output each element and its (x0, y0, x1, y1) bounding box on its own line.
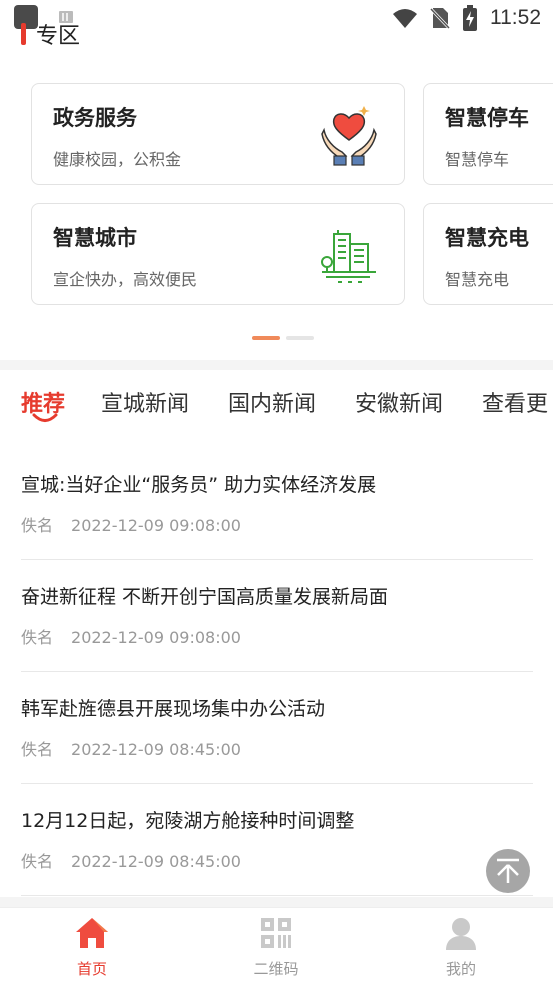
service-cards-carousel[interactable]: 专区 政务服务 健康校园，公积金 智慧停车 智慧停车 智慧城市 宣企快办，高效便… (0, 0, 553, 350)
news-date: 2022-12-09 09:08:00 (71, 628, 241, 647)
news-meta: 佚名 2022-12-09 08:45:00 (21, 848, 241, 872)
news-date: 2022-12-09 08:45:00 (71, 852, 241, 871)
card-subtitle: 宣企快办，高效便民 (53, 270, 198, 289)
section-title: 专区 (36, 24, 81, 49)
section-header: 专区 (0, 14, 80, 54)
news-author: 佚名 (21, 516, 54, 535)
card-subtitle: 智慧充电 (445, 270, 510, 289)
news-meta: 佚名 2022-12-09 09:08:00 (21, 624, 241, 648)
card-smart-charging[interactable]: 智慧充电 智慧充电 (423, 203, 553, 305)
nav-label: 二维码 (253, 960, 299, 978)
section-divider (0, 360, 553, 370)
nav-label: 我的 (445, 960, 476, 978)
bottom-divider (0, 897, 553, 907)
news-meta: 佚名 2022-12-09 09:08:00 (21, 512, 241, 536)
card-title: 智慧充电 (445, 226, 529, 250)
list-item[interactable]: 12月12日起，宛陵湖方舱接种时间调整 佚名 2022-12-09 08:45:0… (21, 784, 533, 896)
home-icon (76, 918, 108, 948)
nav-qr-code[interactable]: 二维码 (226, 916, 326, 982)
section-accent-bar (21, 23, 26, 45)
news-author: 佚名 (21, 628, 54, 647)
tab-xuancheng-news[interactable]: 宣城新闻 (101, 386, 189, 418)
news-title: 奋进新征程 不断开创宁国高质量发展新局面 (21, 586, 389, 608)
list-item[interactable]: 韩军赴旌德县开展现场集中办公活动 佚名 2022-12-09 08:45:00 (21, 672, 533, 784)
card-title: 智慧城市 (53, 226, 137, 250)
arrow-up-to-top-icon (497, 858, 519, 883)
card-smart-city[interactable]: 智慧城市 宣企快办，高效便民 (31, 203, 405, 305)
card-subtitle: 健康校园，公积金 (53, 150, 182, 169)
list-item[interactable]: 宣城:当好企业“服务员” 助力实体经济发展 佚名 2022-12-09 09:08… (21, 448, 533, 560)
card-smart-parking[interactable]: 智慧停车 智慧停车 (423, 83, 553, 185)
news-author: 佚名 (21, 740, 54, 759)
news-date: 2022-12-09 08:45:00 (71, 740, 241, 759)
nav-mine[interactable]: 我的 (411, 916, 511, 982)
qr-code-icon (261, 918, 291, 948)
pager-dot (286, 336, 314, 340)
news-author: 佚名 (21, 852, 54, 871)
card-title: 智慧停车 (445, 106, 529, 130)
bottom-nav: 首页 二维码 我的 (0, 907, 553, 983)
card-title: 政务服务 (53, 106, 137, 130)
news-list: 宣城:当好企业“服务员” 助力实体经济发展 佚名 2022-12-09 09:08… (21, 448, 533, 896)
news-title: 12月12日起，宛陵湖方舱接种时间调整 (21, 810, 355, 832)
city-buildings-icon (321, 230, 376, 283)
news-title: 韩军赴旌德县开展现场集中办公活动 (21, 698, 326, 720)
hands-heart-icon (321, 106, 377, 166)
nav-home[interactable]: 首页 (42, 916, 142, 982)
news-tabs: 推荐 宣城新闻 国内新闻 安徽新闻 查看更 (0, 376, 553, 432)
card-subtitle: 智慧停车 (445, 150, 510, 169)
nav-label: 首页 (76, 960, 107, 978)
scroll-to-top-button[interactable] (486, 849, 530, 893)
user-icon (446, 918, 476, 950)
pager-dot-active (252, 336, 280, 340)
card-government-services[interactable]: 政务服务 健康校园，公积金 (31, 83, 405, 185)
tab-domestic-news[interactable]: 国内新闻 (228, 386, 316, 418)
news-meta: 佚名 2022-12-09 08:45:00 (21, 736, 241, 760)
news-title: 宣城:当好企业“服务员” 助力实体经济发展 (21, 474, 377, 496)
tab-anhui-news[interactable]: 安徽新闻 (355, 386, 443, 418)
news-date: 2022-12-09 09:08:00 (71, 516, 241, 535)
tab-view-more[interactable]: 查看更 (482, 386, 548, 418)
list-item[interactable]: 奋进新征程 不断开创宁国高质量发展新局面 佚名 2022-12-09 09:08:… (21, 560, 533, 672)
carousel-pager (252, 336, 314, 340)
tab-active-indicator (32, 413, 58, 422)
